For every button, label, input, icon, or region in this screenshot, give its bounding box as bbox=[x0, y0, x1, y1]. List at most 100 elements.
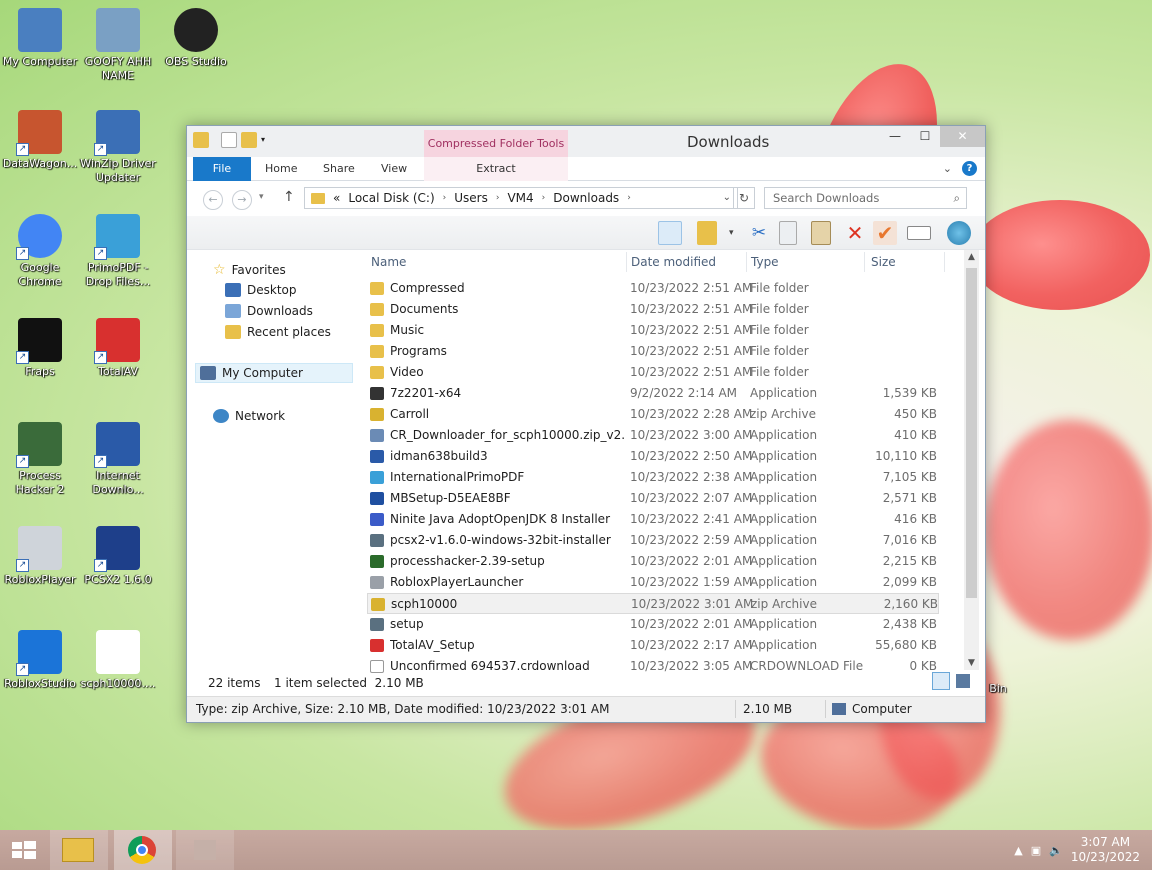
file-row[interactable]: Ninite Java AdoptOpenJDK 8 Installer 10/2… bbox=[367, 509, 939, 530]
chevron-down-icon[interactable]: ⌄ bbox=[943, 162, 952, 175]
file-row[interactable]: MBSetup-D5EAE8BF 10/23/2022 2:07 AM Applic… bbox=[367, 488, 939, 509]
taskbar-app[interactable] bbox=[176, 830, 234, 870]
scroll-up-arrow[interactable]: ▲ bbox=[964, 252, 979, 262]
desktop-icon-pcsx2[interactable]: ↗ PCSX2 1.6.0 bbox=[78, 526, 158, 587]
checkmark-icon[interactable]: ✔ bbox=[873, 221, 897, 245]
start-button[interactable] bbox=[0, 830, 48, 870]
properties-icon[interactable] bbox=[221, 132, 237, 148]
desktop-icon-computer[interactable]: My Computer bbox=[0, 8, 80, 69]
network-tray-icon[interactable]: ▣ bbox=[1031, 844, 1041, 857]
desktop-icon-chrome[interactable]: ↗ Google Chrome bbox=[0, 214, 80, 289]
file-row[interactable]: processhacker-2.39-setup 10/23/2022 2:01 … bbox=[367, 551, 939, 572]
file-row[interactable]: Compressed 10/23/2022 2:51 AM File folder bbox=[367, 278, 939, 299]
clock[interactable]: 3:07 AM 10/23/2022 bbox=[1071, 835, 1140, 865]
column-name[interactable]: Name bbox=[367, 252, 627, 272]
breadcrumb-users[interactable]: Users bbox=[454, 188, 488, 208]
preview-pane-icon[interactable] bbox=[658, 221, 682, 245]
file-row[interactable]: RobloxPlayerLauncher 10/23/2022 1:59 AM Ap… bbox=[367, 572, 939, 593]
nav-favorites[interactable]: ☆ Favorites bbox=[213, 262, 286, 278]
properties-icon[interactable] bbox=[697, 221, 717, 245]
chevron-up-icon[interactable]: ▲ bbox=[1014, 844, 1022, 857]
nav-downloads[interactable]: Downloads bbox=[225, 304, 313, 318]
scroll-down-arrow[interactable]: ▼ bbox=[964, 658, 979, 668]
file-row[interactable]: TotalAV_Setup 10/23/2022 2:17 AM Applicati… bbox=[367, 635, 939, 656]
breadcrumb-vm4[interactable]: VM4 bbox=[507, 188, 533, 208]
scroll-thumb[interactable] bbox=[966, 268, 977, 598]
breadcrumb-overflow[interactable]: « bbox=[333, 188, 340, 208]
search-input[interactable]: Search Downloads ⌕ bbox=[764, 187, 967, 209]
desktop-icon-totalav[interactable]: ↗ TotalAV bbox=[78, 318, 158, 379]
tab-view[interactable]: View bbox=[381, 157, 407, 181]
tab-file[interactable]: File bbox=[193, 157, 251, 181]
rename-icon[interactable] bbox=[907, 226, 931, 240]
file-row[interactable]: Programs 10/23/2022 2:51 AM File folder bbox=[367, 341, 939, 362]
desktop-icon-winzip[interactable]: ↗ WinZip Driver Updater bbox=[78, 110, 158, 185]
chevron-down-icon[interactable]: ▾ bbox=[261, 132, 269, 148]
desktop-icon-file[interactable]: scph10000.... bbox=[78, 630, 158, 691]
cut-icon[interactable]: ✂ bbox=[747, 221, 771, 245]
large-icons-view-icon[interactable] bbox=[956, 674, 970, 688]
minimize-button[interactable]: — bbox=[880, 126, 910, 147]
column-size[interactable]: Size bbox=[867, 252, 945, 272]
taskbar-chrome[interactable] bbox=[114, 830, 172, 870]
desktop-icon-user[interactable]: GOOFY AHH NAME bbox=[78, 8, 158, 83]
file-name: Carroll bbox=[390, 407, 430, 421]
file-row[interactable]: pcsx2-v1.6.0-windows-32bit-installer 10/2… bbox=[367, 530, 939, 551]
command-toolbar: ▾ ✂ ✕ ✔ bbox=[187, 216, 985, 250]
delete-icon[interactable]: ✕ bbox=[843, 221, 867, 245]
globe-icon[interactable] bbox=[947, 221, 971, 245]
chevron-down-icon[interactable]: ⌄ bbox=[723, 188, 731, 208]
file-row[interactable]: setup 10/23/2022 2:01 AM Application 2,438 … bbox=[367, 614, 939, 635]
desktop-icon-processhacker[interactable]: ↗ Process Hacker 2 bbox=[0, 422, 80, 497]
help-icon[interactable]: ? bbox=[962, 161, 977, 176]
refresh-button[interactable]: ↻ bbox=[733, 187, 755, 209]
file-row[interactable]: Music 10/23/2022 2:51 AM File folder bbox=[367, 320, 939, 341]
file-row[interactable]: Carroll 10/23/2022 2:28 AM zip Archive 450 … bbox=[367, 404, 939, 425]
close-button[interactable]: ✕ bbox=[940, 126, 985, 147]
maximize-button[interactable]: ☐ bbox=[910, 126, 940, 147]
desktop-icon-datawagon[interactable]: ↗ DataWagon... bbox=[0, 110, 80, 171]
desktop-icon-roblox[interactable]: ↗ RobloxPlayer bbox=[0, 526, 80, 587]
nav-recent-places[interactable]: Recent places bbox=[225, 325, 331, 339]
nav-my-computer[interactable]: My Computer bbox=[195, 363, 353, 383]
breadcrumb-local-disk[interactable]: Local Disk (C:) bbox=[348, 188, 434, 208]
paste-icon[interactable] bbox=[811, 221, 831, 245]
breadcrumb-downloads[interactable]: Downloads bbox=[553, 188, 619, 208]
explorer-window[interactable]: ▾ Compressed Folder Tools Downloads — ☐ … bbox=[186, 125, 986, 723]
desktop-icon-primopdf[interactable]: ↗ PrimoPDF - Drop Files... bbox=[78, 214, 158, 289]
tab-home[interactable]: Home bbox=[265, 157, 297, 181]
file-row[interactable]: InternationalPrimoPDF 10/23/2022 2:38 AM A… bbox=[367, 467, 939, 488]
nav-desktop[interactable]: Desktop bbox=[225, 283, 297, 297]
file-row[interactable]: scph10000 10/23/2022 3:01 AM zip Archive 2,… bbox=[367, 593, 939, 614]
back-button[interactable]: ← bbox=[203, 190, 223, 210]
desktop-icon-obs[interactable]: OBS Studio bbox=[156, 8, 236, 69]
title-bar[interactable]: ▾ Compressed Folder Tools Downloads — ☐ … bbox=[187, 126, 985, 157]
file-row[interactable]: 7z2201-x64 9/2/2022 2:14 AM Application 1,5… bbox=[367, 383, 939, 404]
new-folder-icon[interactable] bbox=[241, 132, 257, 148]
file-row[interactable]: Video 10/23/2022 2:51 AM File folder bbox=[367, 362, 939, 383]
desktop-icon-fraps[interactable]: ↗ Fraps bbox=[0, 318, 80, 379]
forward-button[interactable]: → bbox=[232, 190, 252, 210]
up-button[interactable]: ↑ bbox=[283, 189, 295, 205]
vertical-scrollbar[interactable]: ▲ ▼ bbox=[964, 250, 979, 670]
chevron-down-icon[interactable]: ▾ bbox=[259, 192, 264, 202]
tab-extract[interactable]: Extract bbox=[424, 157, 568, 181]
address-bar[interactable]: « Local Disk (C:) › Users › VM4 › Downlo… bbox=[304, 187, 738, 209]
taskbar-file-explorer[interactable] bbox=[50, 830, 108, 870]
copy-icon[interactable] bbox=[779, 221, 797, 245]
file-row[interactable]: idman638build3 10/23/2022 2:50 AM Applicat… bbox=[367, 446, 939, 467]
speaker-icon[interactable]: 🔈 bbox=[1049, 844, 1063, 857]
desktop-icon-robloxstudio[interactable]: ↗ RobloxStudio bbox=[0, 630, 80, 691]
column-date[interactable]: Date modified bbox=[627, 252, 747, 272]
file-row[interactable]: Documents 10/23/2022 2:51 AM File folder bbox=[367, 299, 939, 320]
file-row[interactable]: CR_Downloader_for_scph10000.zip_v2.56...… bbox=[367, 425, 939, 446]
details-view-icon[interactable] bbox=[932, 672, 950, 690]
folder-icon[interactable] bbox=[193, 132, 209, 148]
folder-icon bbox=[370, 282, 384, 295]
nav-network[interactable]: Network bbox=[213, 409, 285, 423]
desktop-icon-idm[interactable]: ↗ Internet Downlo... bbox=[78, 422, 158, 497]
column-type[interactable]: Type bbox=[747, 252, 865, 272]
chevron-down-icon[interactable]: ▾ bbox=[729, 221, 739, 245]
tab-share[interactable]: Share bbox=[323, 157, 355, 181]
compressed-folder-tools-tab[interactable]: Compressed Folder Tools bbox=[424, 130, 568, 157]
